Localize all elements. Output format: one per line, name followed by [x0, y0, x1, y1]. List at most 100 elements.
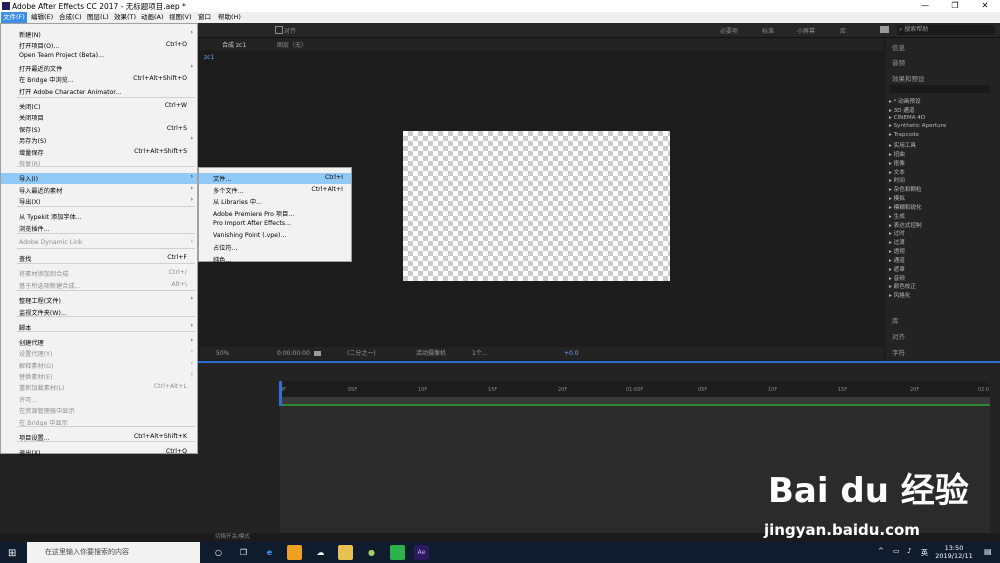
- effect-category[interactable]: ▸ 扭曲: [889, 150, 905, 158]
- effect-category[interactable]: ▸ 3D 通道: [889, 106, 914, 114]
- workspace-small-screen[interactable]: 小屏幕: [797, 26, 815, 35]
- file-menu-item[interactable]: 在 Bridge 中浏览... Ctrl+Alt+Shift+O: [1, 74, 197, 85]
- character-panel-header[interactable]: 字符: [892, 347, 905, 357]
- effect-category[interactable]: ▸ 风格化: [889, 291, 910, 299]
- file-menu-item[interactable]: 关闭(C) Ctrl+W: [1, 101, 197, 112]
- effect-category[interactable]: ▸ 生成: [889, 212, 905, 220]
- menu-view[interactable]: 视图(V): [167, 12, 194, 23]
- file-menu-item[interactable]: 整理工程(文件) ›: [1, 295, 197, 306]
- import-submenu-item[interactable]: Vanishing Point (.vpe)...: [199, 231, 351, 242]
- tray-chevron-icon[interactable]: ^: [878, 547, 884, 555]
- timecode-display[interactable]: 0:00:00:00: [277, 347, 310, 360]
- effect-category[interactable]: ▸ 过时: [889, 229, 905, 237]
- effect-category[interactable]: ▸ 通道: [889, 256, 905, 264]
- file-menu-item[interactable]: 替换素材(E) ›: [1, 371, 197, 382]
- effect-category[interactable]: ▸ 文本: [889, 168, 905, 176]
- effect-category[interactable]: ▸ 遮罩: [889, 265, 905, 273]
- zoom-select[interactable]: 50%: [216, 347, 229, 360]
- file-menu-item[interactable]: 重新加载素材(L) Ctrl+Alt+L: [1, 382, 197, 393]
- effect-category[interactable]: ▸ Synthetic Aperture: [889, 123, 946, 129]
- exposure-value[interactable]: +0.0: [564, 347, 579, 360]
- notification-icon[interactable]: ▤: [984, 547, 992, 556]
- system-clock[interactable]: 13:50 2019/12/11: [930, 544, 978, 560]
- file-menu-item[interactable]: 新建(N) ›: [1, 29, 197, 40]
- import-submenu-item[interactable]: 多个文件... Ctrl+Alt+I: [199, 185, 351, 196]
- workspace-menu-icon[interactable]: [880, 26, 889, 33]
- menu-edit[interactable]: 编辑(E): [29, 12, 55, 23]
- close-button[interactable]: ✕: [970, 0, 1000, 12]
- tab-composition[interactable]: 合成 zc1: [222, 40, 246, 49]
- tab-layer[interactable]: 图层（无）: [277, 40, 307, 49]
- menu-layer[interactable]: 图层(L): [85, 12, 111, 23]
- camera-snapshot-icon[interactable]: [314, 351, 321, 356]
- camera-select[interactable]: 活动摄像机: [416, 347, 446, 360]
- file-menu-item[interactable]: 将素材添加到合成 Ctrl+/: [1, 268, 197, 279]
- effect-category[interactable]: ▸ 抠像: [889, 159, 905, 167]
- file-menu-item[interactable]: 增量保存 Ctrl+Alt+Shift+S: [1, 147, 197, 158]
- menu-animation[interactable]: 动画(A): [139, 12, 166, 23]
- minimize-button[interactable]: —: [910, 0, 940, 12]
- file-menu-item[interactable]: 导入(I) ›: [1, 173, 197, 184]
- file-menu-item[interactable]: 导入最近的素材 ›: [1, 185, 197, 196]
- effect-category[interactable]: ▸ 透视: [889, 247, 905, 255]
- menu-window[interactable]: 窗口: [196, 12, 213, 23]
- after-effects-taskbar-icon[interactable]: Ae: [414, 545, 429, 560]
- import-submenu-item[interactable]: 纯色...: [199, 254, 351, 265]
- file-menu-item[interactable]: 保存(S) Ctrl+S: [1, 124, 197, 135]
- file-menu-item[interactable]: 恢复(R): [1, 158, 197, 169]
- views-select[interactable]: 1个...: [472, 347, 488, 360]
- file-menu-item[interactable]: 关闭项目: [1, 112, 197, 123]
- playhead[interactable]: [279, 381, 282, 406]
- effect-category[interactable]: ▸ 实用工具: [889, 141, 916, 149]
- effect-category[interactable]: ▸ 音频: [889, 274, 905, 282]
- toggle-switches-modes[interactable]: 切换开关/模式: [215, 533, 250, 542]
- info-panel-header[interactable]: 信息: [892, 42, 905, 52]
- workspace-standard[interactable]: 标准: [762, 26, 774, 35]
- effects-search-input[interactable]: [890, 85, 990, 93]
- task-view-icon[interactable]: ❐: [236, 545, 251, 560]
- taskbar-search-input[interactable]: 在这里输入你要搜索的内容: [27, 542, 200, 563]
- cortana-icon[interactable]: ○: [211, 545, 226, 560]
- comp-breadcrumb[interactable]: zc1: [204, 54, 214, 61]
- file-menu-item[interactable]: 从 Typekit 添加字体...: [1, 211, 197, 222]
- file-menu-item[interactable]: 打开项目(O)... Ctrl+O: [1, 40, 197, 51]
- file-menu-item[interactable]: 退出(X) Ctrl+Q: [1, 447, 197, 458]
- file-menu-item[interactable]: 在资源管理器中显示: [1, 405, 197, 416]
- effect-category[interactable]: ▸ * 动画预设: [889, 97, 921, 105]
- effect-category[interactable]: ▸ Trapcode: [889, 132, 919, 138]
- effects-panel-header[interactable]: 效果和预设: [892, 73, 925, 83]
- menu-file[interactable]: 文件(F): [1, 12, 27, 23]
- import-submenu-item[interactable]: Adobe Premiere Pro 项目...: [199, 208, 351, 219]
- effect-category[interactable]: ▸ 时间: [889, 176, 905, 184]
- import-submenu-item[interactable]: 从 Libraries 中...: [199, 196, 351, 207]
- workspace-libraries[interactable]: 库: [840, 26, 846, 35]
- input-language[interactable]: 英: [921, 548, 928, 558]
- effect-category[interactable]: ▸ 杂色和颗粒: [889, 185, 922, 193]
- import-submenu-item[interactable]: Pro Import After Effects...: [199, 219, 351, 230]
- app-icon-orange[interactable]: [287, 545, 302, 560]
- maximize-button[interactable]: ❐: [940, 0, 970, 12]
- transparency-canvas[interactable]: [403, 131, 670, 281]
- file-menu-item[interactable]: 许可...: [1, 394, 197, 405]
- app-icon-cloud[interactable]: ☁: [313, 545, 328, 560]
- edge-icon[interactable]: e: [262, 545, 277, 560]
- align-checkbox[interactable]: [275, 26, 283, 34]
- app-icon-green-ball[interactable]: ●: [364, 545, 379, 560]
- start-icon[interactable]: ⊞: [8, 548, 16, 559]
- file-menu-item[interactable]: 打开最近的文件 ›: [1, 63, 197, 74]
- effect-category[interactable]: ▸ 颜色校正: [889, 282, 916, 290]
- audio-panel-header[interactable]: 音频: [892, 57, 905, 67]
- import-submenu-item[interactable]: 占位符...: [199, 242, 351, 253]
- volume-icon[interactable]: ♪: [907, 547, 911, 555]
- effect-category[interactable]: ▸ 模拟: [889, 194, 905, 202]
- import-submenu-item[interactable]: 文件... Ctrl+I: [199, 173, 351, 184]
- network-icon[interactable]: ▭: [893, 547, 900, 555]
- workspace-essentials[interactable]: 必要项: [720, 26, 738, 35]
- file-menu-item[interactable]: 另存为(S) ›: [1, 135, 197, 146]
- wechat-icon[interactable]: [390, 545, 405, 560]
- effect-category[interactable]: ▸ 表达式控制: [889, 221, 922, 229]
- help-search-input[interactable]: ⌕ 搜索帮助: [897, 25, 995, 35]
- file-menu-item[interactable]: Open Team Project (Beta)...: [1, 51, 197, 62]
- effect-category[interactable]: ▸ 模糊和锐化: [889, 203, 922, 211]
- file-menu-item[interactable]: 创建代理 ›: [1, 337, 197, 348]
